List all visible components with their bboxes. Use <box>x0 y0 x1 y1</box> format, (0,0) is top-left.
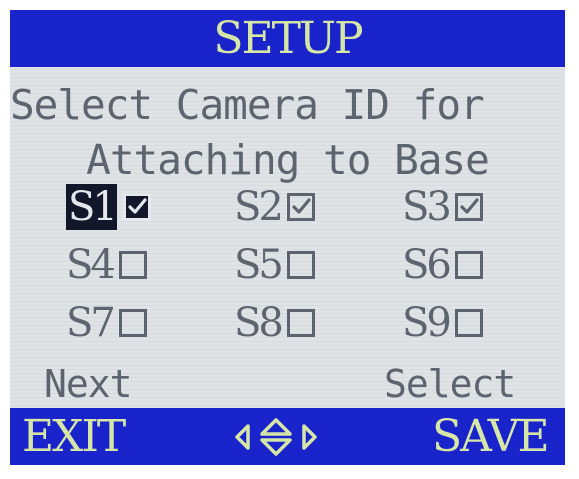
checkbox-empty-icon[interactable] <box>118 251 147 279</box>
camera-label: S5 <box>234 242 284 288</box>
checkbox-empty-icon[interactable] <box>286 251 315 279</box>
setup-screen: SETUP Select Camera ID for Attaching to … <box>10 10 565 465</box>
checkbox-checked-icon[interactable] <box>122 193 151 221</box>
next-hint: Next <box>10 362 174 447</box>
camera-option-s8[interactable]: S8 <box>234 300 315 346</box>
page-title: SETUP <box>213 13 363 64</box>
up-down-arrows-icon <box>354 365 514 446</box>
camera-option-s3[interactable]: S3 <box>402 184 483 230</box>
checkbox-checked-icon[interactable] <box>286 193 315 221</box>
prompt-line-1: Select Camera ID for <box>10 81 485 129</box>
footer-bar: EXIT SAVE <box>10 408 565 465</box>
checkbox-empty-icon[interactable] <box>118 309 147 337</box>
exit-button[interactable]: EXIT <box>22 412 126 462</box>
camera-label: S6 <box>402 242 452 288</box>
camera-label: S9 <box>402 300 452 346</box>
camera-label: S2 <box>234 184 284 230</box>
camera-label: S1 <box>66 184 118 230</box>
next-label: Next <box>44 362 133 406</box>
camera-label: S4 <box>66 242 116 288</box>
camera-label: S7 <box>66 300 116 346</box>
checkbox-empty-icon[interactable] <box>454 251 483 279</box>
checkbox-empty-icon[interactable] <box>286 309 315 337</box>
camera-option-s7[interactable]: S7 <box>66 300 147 346</box>
select-hint: Select <box>354 362 516 446</box>
checkbox-checked-icon[interactable] <box>454 193 483 221</box>
header-bar: SETUP <box>10 10 565 67</box>
checkbox-empty-icon[interactable] <box>454 309 483 337</box>
camera-option-s9[interactable]: S9 <box>402 300 483 346</box>
camera-option-s1[interactable]: S1 <box>66 184 151 230</box>
save-button[interactable]: SAVE <box>432 412 550 462</box>
camera-label: S8 <box>234 300 284 346</box>
camera-option-s4[interactable]: S4 <box>66 242 147 288</box>
camera-option-s2[interactable]: S2 <box>234 184 315 230</box>
four-way-arrows-icon <box>232 416 342 458</box>
camera-option-s5[interactable]: S5 <box>234 242 315 288</box>
camera-label: S3 <box>402 184 452 230</box>
select-label: Select <box>384 362 516 406</box>
camera-option-s6[interactable]: S6 <box>402 242 483 288</box>
prompt-line-2: Attaching to Base <box>86 136 490 184</box>
left-right-arrows-icon <box>10 369 174 447</box>
